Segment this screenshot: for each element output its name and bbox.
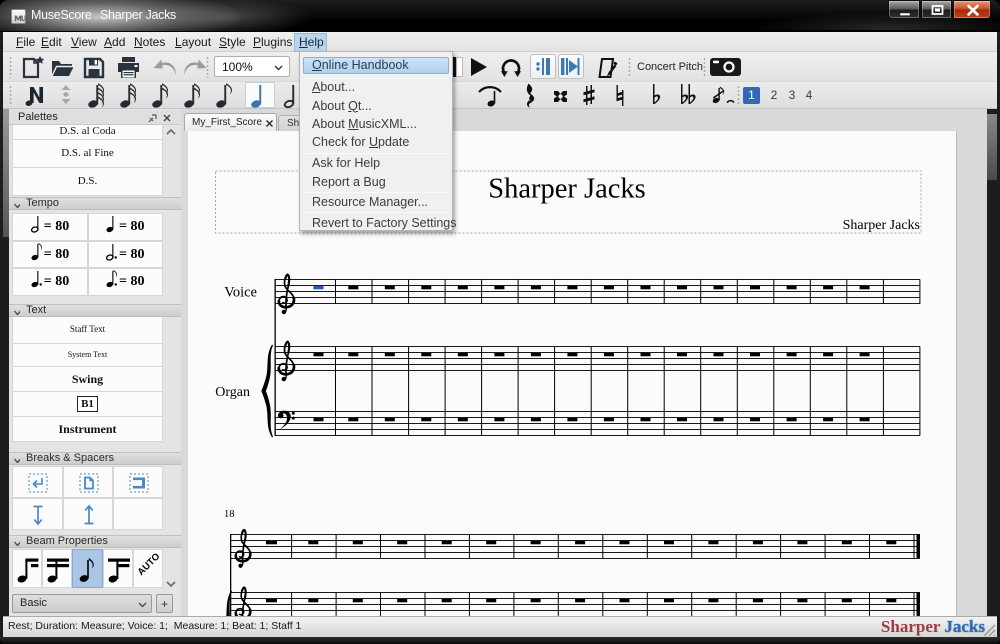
svg-text:Voice: Voice: [224, 285, 257, 301]
svg-text:18: 18: [224, 509, 235, 520]
svg-text:Sharper Jacks: Sharper Jacks: [843, 218, 920, 233]
svg-text:Sharper Jacks: Sharper Jacks: [488, 174, 646, 205]
svg-text:Organ: Organ: [215, 385, 250, 400]
